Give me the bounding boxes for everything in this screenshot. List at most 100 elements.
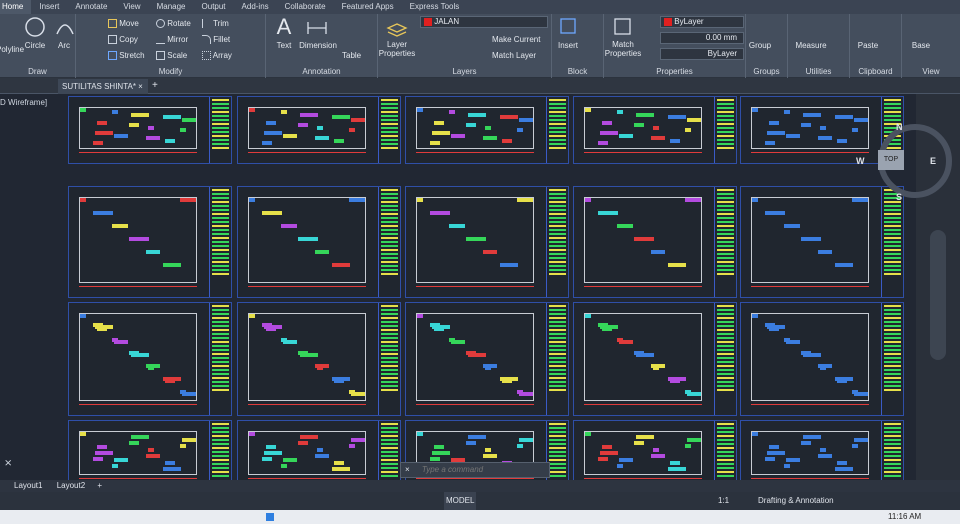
stretch-button[interactable]: Stretch [108, 50, 145, 61]
measure-button[interactable]: Measure [794, 40, 828, 51]
viewcube-east[interactable]: E [930, 156, 936, 166]
array-button[interactable]: Array [202, 50, 232, 61]
nav-wheel-bar[interactable] [930, 230, 946, 360]
arc-button[interactable]: Arc [52, 40, 76, 51]
groups-panel-title[interactable]: Groups [746, 65, 787, 78]
title-block-line [212, 447, 229, 449]
text-button[interactable]: Text [272, 40, 296, 51]
drawing-sheet[interactable] [68, 96, 232, 164]
layer-properties-button[interactable]: Layer Properties [378, 40, 416, 58]
drawing-sheet[interactable] [237, 96, 401, 164]
lineweight-dropdown[interactable]: 0.00 mm [660, 32, 744, 44]
drawing-sheet[interactable] [237, 302, 401, 416]
match-layer-button[interactable]: Match Layer [492, 50, 536, 61]
layer-dropdown[interactable]: JALAN [420, 16, 548, 28]
new-tab-button[interactable]: + [152, 79, 158, 93]
layout-tab-1[interactable]: Layout1 [14, 481, 42, 490]
command-close-icon[interactable]: × [405, 465, 410, 474]
dimension-button[interactable]: Dimension [296, 40, 340, 51]
tab-express-tools[interactable]: Express Tools [402, 0, 468, 14]
new-layout-button[interactable]: + [97, 481, 102, 490]
axis-line [416, 152, 534, 153]
command-line[interactable]: × [400, 462, 550, 478]
tab-add-ins[interactable]: Add-ins [234, 0, 277, 14]
linetype-dropdown[interactable]: ByLayer [660, 48, 744, 60]
insert-button[interactable]: Insert [554, 40, 582, 51]
draw-panel-title[interactable]: Draw [0, 65, 75, 78]
drawing-sheet[interactable] [68, 186, 232, 298]
title-block-line [884, 475, 901, 477]
tab-view[interactable]: View [115, 0, 148, 14]
drawing-sheet[interactable] [573, 96, 737, 164]
tab-insert[interactable]: Insert [31, 0, 67, 14]
viewcube-west[interactable]: W [856, 156, 865, 166]
drawing-sheet[interactable] [68, 302, 232, 416]
drawing-sheet[interactable] [237, 186, 401, 298]
paste-button[interactable]: Paste [854, 40, 882, 51]
layers-panel-title[interactable]: Layers [378, 65, 551, 78]
annotation-scale[interactable]: 1:1 [718, 492, 729, 510]
model-space-toggle[interactable]: MODEL [444, 492, 477, 510]
drawing-sheet[interactable] [405, 96, 569, 164]
block-panel-title[interactable]: Block [552, 65, 603, 78]
tab-annotate[interactable]: Annotate [67, 0, 115, 14]
close-icon[interactable]: × [138, 82, 143, 91]
viewcube-north[interactable]: N [896, 122, 903, 132]
tab-output[interactable]: Output [194, 0, 234, 14]
drawing-sheet[interactable] [573, 186, 737, 298]
title-block-line [884, 221, 901, 223]
drawing-sheet[interactable] [237, 420, 401, 480]
viewcube-south[interactable]: S [896, 192, 902, 202]
plan-element [434, 445, 444, 449]
command-input[interactable] [421, 465, 532, 474]
group-button[interactable]: Group [746, 40, 774, 51]
circle-button[interactable]: Circle [22, 40, 48, 51]
base-button[interactable]: Base [908, 40, 934, 51]
utilities-panel-title[interactable]: Utilities [788, 65, 849, 78]
tab-manage[interactable]: Manage [149, 0, 194, 14]
title-block-line [717, 361, 734, 363]
plan-element [752, 432, 758, 436]
drawing-sheet[interactable] [405, 186, 569, 298]
drawing-sheet[interactable] [573, 420, 737, 480]
modify-panel-title[interactable]: Modify [76, 65, 265, 78]
clipboard-panel-title[interactable]: Clipboard [850, 65, 901, 78]
drawing-sheet[interactable] [740, 186, 904, 298]
drawing-viewport[interactable]: D Wireframe] ⨯ [0, 94, 916, 480]
make-current-button[interactable]: Make Current [492, 34, 540, 45]
title-block-line [212, 229, 229, 231]
plan-element [803, 113, 821, 117]
tab-home[interactable]: Home [0, 0, 32, 14]
color-dropdown[interactable]: ByLayer [660, 16, 744, 28]
tab-featured-apps[interactable]: Featured Apps [334, 0, 402, 14]
viewcube-top[interactable]: TOP [878, 150, 904, 170]
drawing-sheet[interactable] [740, 420, 904, 480]
array-label: Array [212, 51, 232, 60]
annotation-panel-title[interactable]: Annotation [266, 65, 377, 78]
properties-panel-title[interactable]: Properties [604, 65, 745, 78]
rotate-button[interactable]: Rotate [156, 18, 191, 29]
trim-button[interactable]: Trim [202, 18, 229, 29]
start-icon[interactable] [266, 513, 274, 521]
title-block-line [717, 107, 734, 109]
drawing-sheet[interactable] [68, 420, 232, 480]
layout-tab-2[interactable]: Layout2 [57, 481, 85, 490]
scale-button[interactable]: Scale [156, 50, 187, 61]
workspace-switch[interactable]: Drafting & Annotation [758, 492, 834, 510]
polyline-button[interactable]: Polyline [0, 44, 24, 55]
table-button[interactable]: Table [342, 50, 361, 61]
mirror-button[interactable]: Mirror [156, 34, 188, 45]
fillet-button[interactable]: Fillet [202, 34, 230, 45]
drawing-sheet[interactable] [573, 302, 737, 416]
plan-element [517, 390, 523, 394]
move-button[interactable]: Move [108, 18, 139, 29]
drawing-sheet[interactable] [405, 302, 569, 416]
clock[interactable]: 11:16 AM [888, 510, 921, 524]
tab-collaborate[interactable]: Collaborate [277, 0, 334, 14]
view-panel-title[interactable]: View [902, 65, 960, 78]
match-properties-button[interactable]: Match Properties [604, 40, 642, 58]
copy-button[interactable]: Copy [108, 34, 138, 45]
viewport-label[interactable]: D Wireframe] [0, 98, 47, 107]
drawing-sheet[interactable] [740, 302, 904, 416]
document-tab[interactable]: SUTILITAS SHINTA* × [58, 79, 148, 94]
